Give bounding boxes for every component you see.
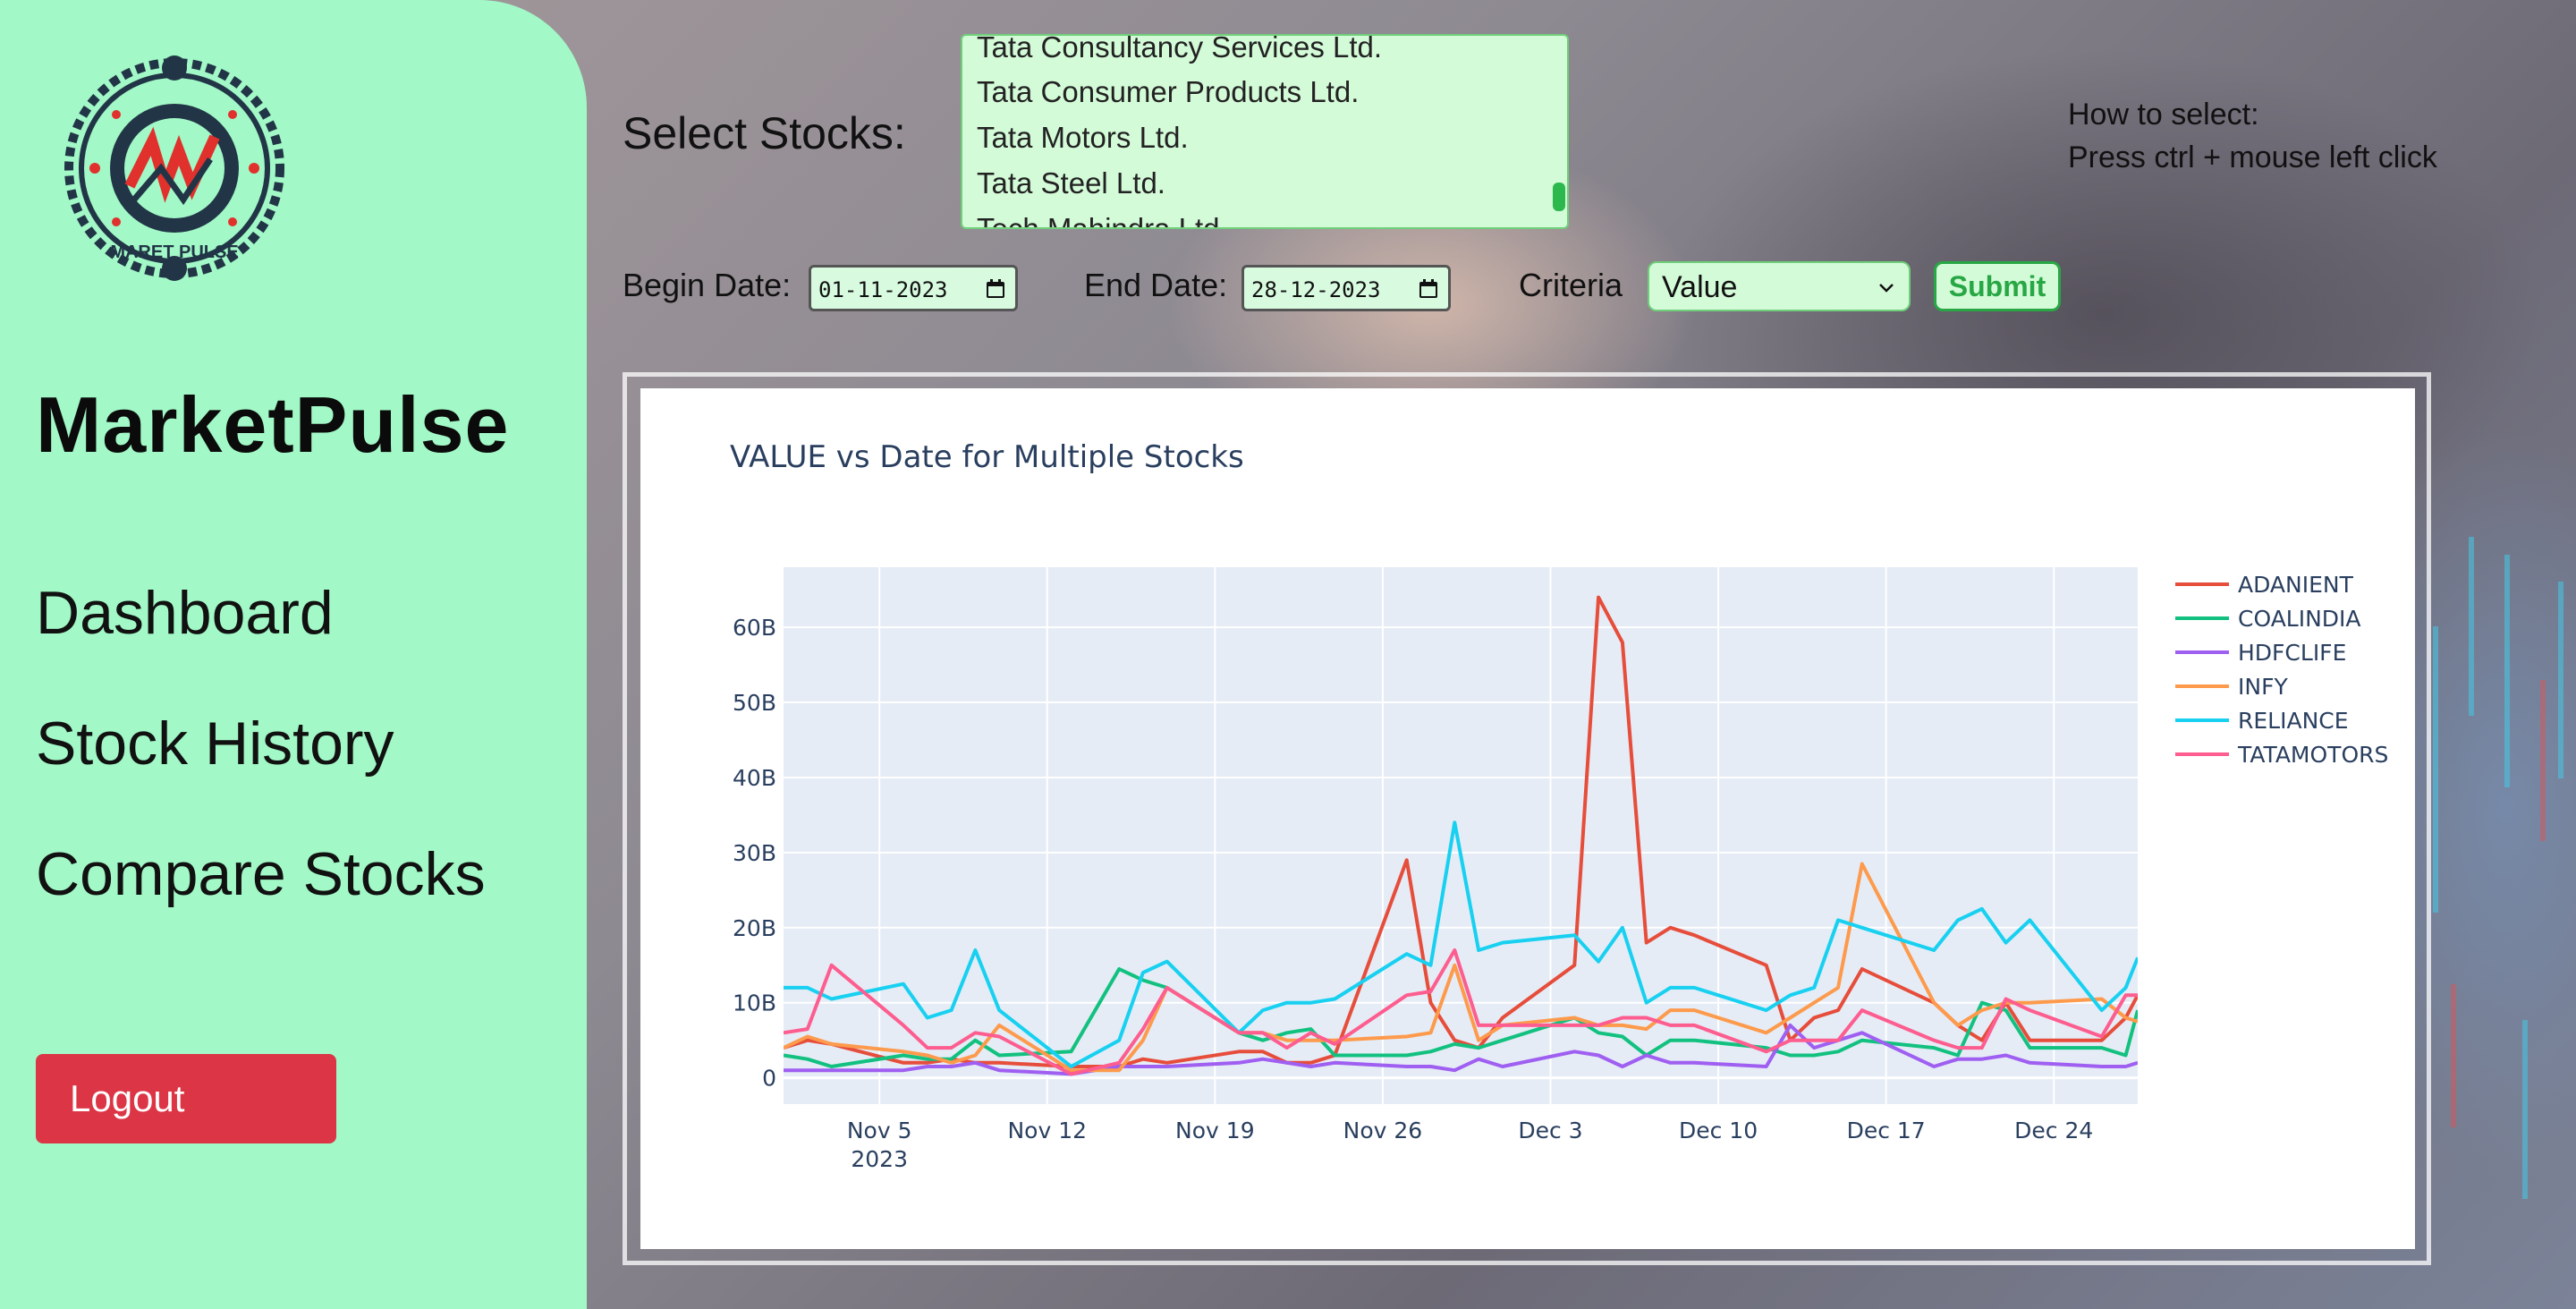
- x-tick-label: Dec 3: [1518, 1118, 1582, 1143]
- stock-option[interactable]: Tata Steel Ltd.: [977, 166, 1165, 200]
- legend-label: ADANIENT: [2238, 572, 2354, 598]
- howto-instruction: Press ctrl + mouse left click: [2068, 140, 2437, 174]
- legend-label: TATAMOTORS: [2237, 742, 2388, 768]
- x-tick-label: Nov 5: [847, 1118, 912, 1143]
- begin-date-value: 01-11-2023: [818, 277, 948, 302]
- x-tick-label: Nov 12: [1007, 1118, 1087, 1143]
- plot-area: [784, 567, 2138, 1104]
- submit-button[interactable]: Submit: [1934, 261, 2061, 311]
- y-tick-label: 60B: [733, 615, 776, 641]
- stock-multiselect[interactable]: Tata Consultancy Services Ltd. Tata Cons…: [961, 34, 1569, 229]
- end-date-input[interactable]: 28-12-2023: [1241, 265, 1451, 311]
- x-tick-year: 2023: [851, 1146, 908, 1172]
- y-tick-label: 30B: [733, 840, 776, 866]
- logo-text: MARET PULSE: [110, 242, 238, 262]
- line-chart: VALUE vs Date for Multiple Stocks 0 10B 20B…: [730, 439, 2388, 1172]
- legend-label: COALINDIA: [2238, 606, 2361, 632]
- begin-date-label: Begin Date:: [623, 267, 792, 303]
- select-stocks-label: Select Stocks:: [623, 108, 906, 158]
- end-date-value: 28-12-2023: [1251, 277, 1381, 302]
- stock-option[interactable]: Tata Consultancy Services Ltd.: [977, 36, 1382, 64]
- y-tick-label: 50B: [733, 690, 776, 716]
- chart-title: VALUE vs Date for Multiple Stocks: [730, 439, 1244, 475]
- howto-title: How to select:: [2068, 98, 2259, 132]
- begin-date-input[interactable]: 01-11-2023: [809, 265, 1018, 311]
- nav-stock-history[interactable]: Stock History: [36, 709, 394, 778]
- stock-option[interactable]: Tata Motors Ltd.: [977, 121, 1189, 155]
- x-tick-label: Dec 24: [2014, 1118, 2093, 1143]
- nav-compare-stocks[interactable]: Compare Stocks: [36, 839, 486, 909]
- x-tick-label: Dec 17: [1847, 1118, 1926, 1143]
- x-tick-label: Nov 26: [1343, 1118, 1423, 1143]
- legend-label: INFY: [2238, 674, 2288, 700]
- end-date-label: End Date:: [1084, 267, 1228, 303]
- criteria-label: Criteria: [1519, 267, 1623, 303]
- chart-card: VALUE vs Date for Multiple Stocks 0 10B 20B…: [640, 388, 2415, 1249]
- y-tick-label: 20B: [733, 915, 776, 941]
- x-tick-label: Dec 10: [1679, 1118, 1758, 1143]
- calendar-icon[interactable]: [1418, 278, 1439, 300]
- y-tick-label: 40B: [733, 765, 776, 791]
- calendar-icon[interactable]: [985, 278, 1006, 300]
- x-tick-label: Nov 19: [1175, 1118, 1255, 1143]
- sidebar: MARET PULSE MarketPulse Dashboard Stock …: [0, 0, 587, 1309]
- list-scrollbar[interactable]: [1553, 183, 1565, 211]
- legend-label: RELIANCE: [2238, 708, 2349, 734]
- brand-title: MarketPulse: [36, 380, 510, 469]
- nav-dashboard[interactable]: Dashboard: [36, 578, 334, 648]
- howto-text: How to select: Press ctrl + mouse left c…: [2068, 93, 2437, 179]
- stock-option[interactable]: Tata Consumer Products Ltd.: [977, 75, 1359, 109]
- y-tick-label: 10B: [733, 990, 776, 1016]
- criteria-value: Value: [1662, 270, 1738, 304]
- chevron-down-icon: [1879, 284, 1894, 293]
- criteria-select[interactable]: Value: [1648, 261, 1911, 311]
- y-tick-label: 0: [762, 1066, 776, 1092]
- logout-button[interactable]: Logout: [36, 1054, 336, 1143]
- legend-label: HDFCLIFE: [2238, 640, 2346, 666]
- marketpulse-logo: MARET PULSE: [64, 55, 284, 281]
- stock-option[interactable]: Tech Mahindra Ltd.: [977, 212, 1228, 227]
